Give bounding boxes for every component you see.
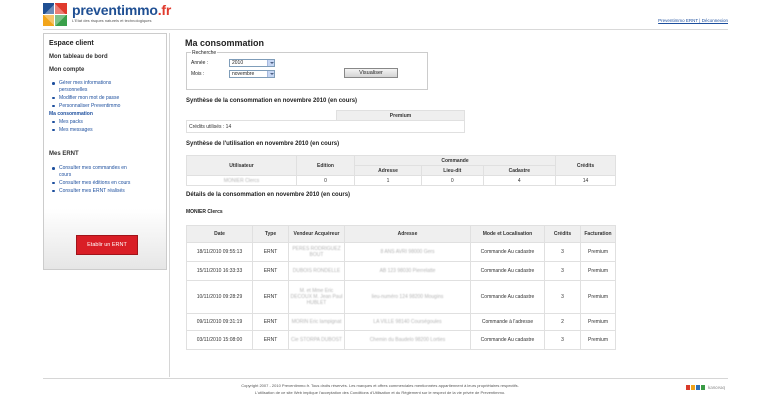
sidebar-section-account: Mon compte (49, 67, 85, 73)
top-links[interactable]: Preventimmo ERNT | Déconnexion (658, 18, 728, 23)
table-row: 18/11/2010 09:55:13 ERNT PERES RODRIGUEZ … (186, 242, 616, 262)
sidebar-item-consumption[interactable]: Ma consommation (49, 111, 163, 118)
year-label: Année : (191, 60, 209, 66)
brand-name: preventimmo.fr (72, 2, 172, 18)
chevron-down-icon (267, 71, 274, 77)
page-title: Ma consommation (185, 38, 265, 48)
synthesis-row: Crédits utilisés : 14 (186, 120, 465, 133)
col-edition: Edition (296, 155, 355, 176)
column-divider (169, 33, 170, 377)
search-box: Recherche Année : 2010 Mois : novembre V… (186, 50, 428, 90)
partner-bars-icon (685, 385, 705, 390)
col-cadastre: Cadastre (482, 165, 557, 176)
brand-logo[interactable]: preventimmo.fr L'Etat des risques nature… (43, 3, 171, 27)
header-divider (43, 29, 728, 30)
sidebar-ernt-list: Consulter mes commandes en cours Consult… (49, 165, 163, 196)
footer-copyright: Copyright 2007 - 2010 Preventimmo.fr. To… (241, 383, 519, 388)
synthesis-header: Premium (336, 110, 465, 121)
sidebar-item-dashboard[interactable]: Mon tableau de bord (49, 54, 108, 60)
sidebar-item-customize[interactable]: Personnaliser Preventimmo (49, 103, 163, 110)
usage-table: Utilisateur Edition Commande Crédits Adr… (186, 155, 616, 186)
search-legend: Recherche (191, 50, 218, 56)
table-row: 10/11/2010 09:28:29 ERNT M. et Mme Eric D… (186, 280, 616, 314)
sidebar-item-done[interactable]: Consulter mes ERNT réalisés (49, 188, 163, 195)
sidebar: Espace client Mon tableau de bord Mon co… (43, 33, 167, 270)
sidebar-title: Espace client (49, 40, 94, 47)
main-content: Ma consommation Recherche Année : 2010 M… (185, 38, 730, 350)
sidebar-item-editions[interactable]: Consulter mes éditions en cours (49, 180, 163, 187)
details-table: Date Type Vendeur Acquéreur Adresse Mode… (186, 225, 616, 350)
sidebar-item-orders[interactable]: Consulter mes commandes en cours (49, 165, 131, 178)
sidebar-account-list: Gérer mes informations personnelles Modi… (49, 80, 163, 135)
year-select[interactable]: 2010 (229, 59, 275, 67)
col-credits: Crédits (555, 155, 616, 176)
establish-ernt-button[interactable]: Etablir un ERNT (76, 235, 138, 255)
details-user: MONIER Clercs (186, 209, 223, 215)
details-title: Détails de la consommation en novembre 2… (186, 192, 351, 198)
footer-divider (43, 378, 728, 379)
table-row: 09/11/2010 09:31:19 ERNT MORIN Eric lampi… (186, 313, 616, 331)
sidebar-item-password[interactable]: Modifier mon mot de passe (49, 95, 163, 102)
footer-terms: L'utilisation de ce site Web implique l'… (254, 390, 506, 395)
col-lieudit: Lieu-dit (421, 165, 484, 176)
table-row: 03/11/2010 15:08:00 ERNT Cie STORPA DUBOS… (186, 330, 616, 350)
col-commande: Commande (354, 155, 556, 166)
sidebar-item-personal-info[interactable]: Gérer mes informations personnelles (49, 80, 119, 93)
table-row: 15/11/2010 16:33:33 ERNT DUBOIS RONDELLE A… (186, 261, 616, 281)
chevron-down-icon (267, 60, 274, 66)
page: preventimmo.fr L'Etat des risques nature… (0, 0, 768, 407)
usage-title: Synthèse de l'utilisation en novembre 20… (186, 141, 340, 147)
month-select[interactable]: novembre (229, 70, 275, 78)
sidebar-section-ernt: Mes ERNT (49, 151, 79, 157)
partner-logo[interactable]: kanceaq (685, 385, 725, 390)
synthesis-table: Premium Crédits utilisés : 14 (186, 110, 465, 133)
table-row: MONIER Clercs 0 1 0 4 14 (186, 175, 616, 186)
visualiser-button[interactable]: Visualiser (344, 68, 398, 78)
sidebar-item-messages[interactable]: Mes messages (49, 127, 163, 134)
month-label: Mois : (191, 71, 205, 77)
col-adresse: Adresse (354, 165, 422, 176)
col-user: Utilisateur (186, 155, 297, 176)
brand-tagline: L'Etat des risques naturels et technolog… (72, 18, 152, 23)
sidebar-item-packs[interactable]: Mes packs (49, 119, 163, 126)
logo-mark-icon (43, 3, 69, 27)
synthesis-title: Synthèse de la consommation en novembre … (186, 98, 358, 104)
